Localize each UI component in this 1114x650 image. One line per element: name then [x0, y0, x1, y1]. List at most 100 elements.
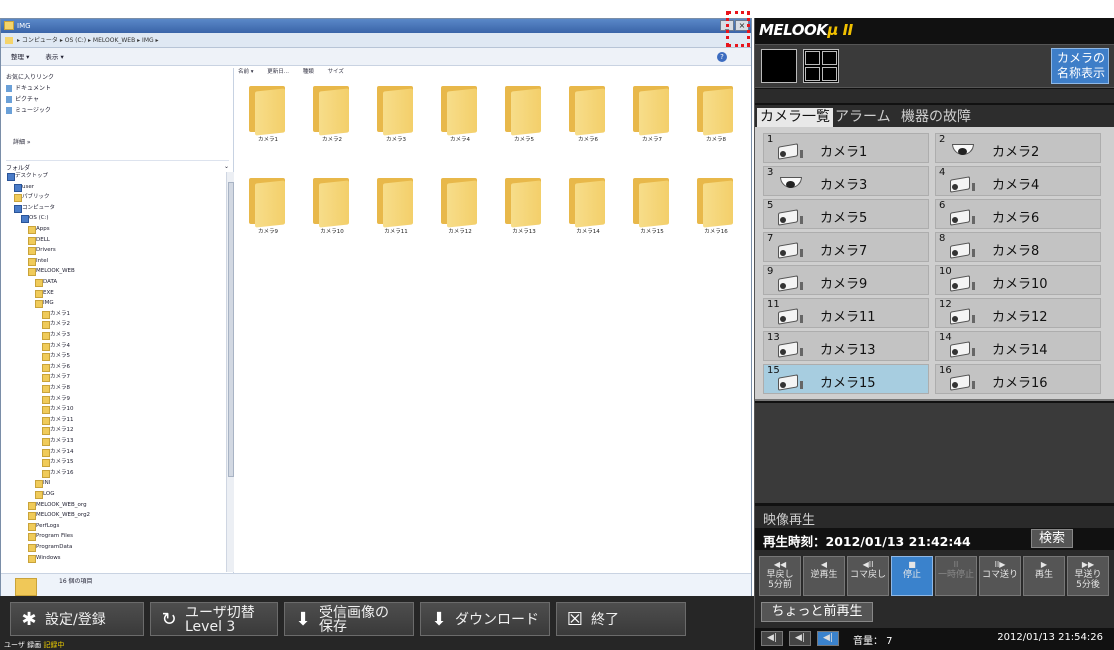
camera-item[interactable]: 2 カメラ2: [935, 133, 1101, 163]
folder-item[interactable]: カメラ11: [371, 174, 421, 236]
tree-item[interactable]: IMG: [35, 299, 54, 309]
tab-device-fault[interactable]: 機器の故障: [901, 108, 971, 127]
download-button[interactable]: ⬇ ダウンロード: [420, 602, 550, 636]
tree-item[interactable]: DELL: [28, 236, 50, 245]
folder-item[interactable]: カメラ6: [563, 82, 613, 144]
tree-item[interactable]: Drivers: [28, 246, 56, 256]
favorite-pictures[interactable]: ピクチャ: [6, 95, 39, 104]
favorite-documents[interactable]: ドキュメント: [6, 84, 51, 93]
folder-item[interactable]: カメラ8: [691, 82, 741, 144]
details-link[interactable]: 詳細 »: [13, 137, 31, 146]
tab-camera-list[interactable]: カメラ一覧: [757, 108, 833, 127]
short-replay-button[interactable]: ちょっと前再生: [761, 602, 873, 622]
camera-item[interactable]: 11 カメラ11: [763, 298, 929, 328]
playback-control-button[interactable]: ◀ 逆再生: [803, 556, 845, 596]
tree-item[interactable]: OS (C:): [21, 214, 49, 224]
layout-quad-button[interactable]: [803, 49, 839, 83]
folder-item[interactable]: カメラ13: [499, 174, 549, 236]
playback-control-button[interactable]: ▶▶ 早送り 5分後: [1067, 556, 1109, 596]
folder-item[interactable]: カメラ9: [243, 174, 293, 236]
tab-alarm[interactable]: アラーム: [835, 108, 891, 127]
tree-item[interactable]: カメラ6: [42, 363, 70, 372]
playback-control-button[interactable]: ◀◀ 早戻し 5分前: [759, 556, 801, 596]
tree-scrollbar[interactable]: [226, 172, 234, 572]
folders-heading[interactable]: フォルダ ⌄: [6, 160, 229, 172]
settings-button[interactable]: ✱ 設定/登録: [10, 602, 144, 636]
speaker-icon[interactable]: ◀|: [817, 631, 839, 646]
folder-item[interactable]: カメラ10: [307, 174, 357, 236]
column-modified[interactable]: 更新日...: [267, 68, 289, 77]
tree-item[interactable]: カメラ2: [42, 320, 70, 330]
tree-item[interactable]: カメラ7: [42, 373, 70, 383]
column-type[interactable]: 種類: [303, 68, 314, 77]
camera-item[interactable]: 12 カメラ12: [935, 298, 1101, 328]
camera-item[interactable]: 10 カメラ10: [935, 265, 1101, 295]
tree-item[interactable]: カメラ13: [42, 437, 74, 446]
search-button[interactable]: 検索: [1031, 529, 1073, 548]
tree-item[interactable]: MELOOK_WEB_org: [28, 501, 87, 510]
layout-single-button[interactable]: [761, 49, 797, 83]
folder-item[interactable]: カメラ14: [563, 174, 613, 236]
camera-item[interactable]: 7 カメラ7: [763, 232, 929, 262]
exit-button[interactable]: ☒ 終了: [556, 602, 686, 636]
tree-item[interactable]: Apps: [28, 225, 50, 234]
tree-item[interactable]: カメラ1: [42, 310, 70, 319]
tree-item[interactable]: カメラ3: [42, 331, 70, 340]
speaker-icon[interactable]: ◀|: [761, 631, 783, 646]
folder-item[interactable]: カメラ4: [435, 82, 485, 144]
folder-item[interactable]: カメラ1: [243, 82, 293, 144]
user-switch-button[interactable]: ↻ ユーザ切替 Level 3: [150, 602, 278, 636]
tree-item[interactable]: カメラ11: [42, 416, 74, 425]
camera-item[interactable]: 1 カメラ1: [763, 133, 929, 163]
tree-item[interactable]: INI: [35, 479, 50, 489]
tree-item[interactable]: カメラ10: [42, 405, 74, 415]
camera-item[interactable]: 3 カメラ3: [763, 166, 929, 196]
explorer-titlebar[interactable]: IMG _ ×: [1, 19, 751, 33]
tree-item[interactable]: カメラ15: [42, 458, 74, 468]
organize-button[interactable]: 整理 ▾: [11, 53, 29, 61]
camera-item[interactable]: 4 カメラ4: [935, 166, 1101, 196]
tree-item[interactable]: MELOOK_WEB: [28, 267, 75, 277]
tree-item[interactable]: Program Files: [28, 532, 73, 542]
tree-item[interactable]: カメラ14: [42, 448, 74, 457]
tree-item[interactable]: ProgramData: [28, 543, 72, 552]
favorite-music[interactable]: ミュージック: [6, 106, 51, 115]
camera-item[interactable]: 15 カメラ15: [763, 364, 929, 394]
camera-item[interactable]: 14 カメラ14: [935, 331, 1101, 361]
camera-item[interactable]: 9 カメラ9: [763, 265, 929, 295]
tree-item[interactable]: コンピュータ: [14, 204, 55, 213]
address-bar[interactable]: ▸ コンピュータ ▸ OS (C:) ▸ MELOOK_WEB ▸ IMG ▸: [1, 33, 751, 48]
camera-item[interactable]: 6 カメラ6: [935, 199, 1101, 229]
help-icon[interactable]: ?: [717, 52, 727, 62]
playback-control-button[interactable]: II▶ コマ送り: [979, 556, 1021, 596]
playback-control-button[interactable]: ▶ 再生: [1023, 556, 1065, 596]
playback-control-button[interactable]: ◀II コマ戻し: [847, 556, 889, 596]
view-button[interactable]: 表示 ▾: [45, 53, 63, 61]
tree-item[interactable]: カメラ9: [42, 395, 70, 404]
save-received-image-button[interactable]: ⬇ 受信画像の 保存: [284, 602, 414, 636]
folder-item[interactable]: カメラ15: [627, 174, 677, 236]
chevron-down-icon[interactable]: ⌄: [224, 163, 229, 170]
tree-item[interactable]: DATA: [35, 278, 57, 287]
camera-item[interactable]: 16 カメラ16: [935, 364, 1101, 394]
tree-item[interactable]: PerfLogs: [28, 522, 59, 531]
tree-item[interactable]: カメラ12: [42, 426, 74, 436]
volume-level[interactable]: 音量： 7: [853, 632, 893, 647]
tree-item[interactable]: Windows: [28, 554, 61, 563]
scrollbar-thumb[interactable]: [228, 182, 234, 477]
tree-item[interactable]: カメラ4: [42, 342, 70, 351]
folder-item[interactable]: カメラ7: [627, 82, 677, 144]
speaker-icon[interactable]: ◀|: [789, 631, 811, 646]
camera-item[interactable]: 5 カメラ5: [763, 199, 929, 229]
tree-item[interactable]: カメラ5: [42, 352, 70, 362]
tree-item[interactable]: LOG: [35, 490, 54, 499]
tree-item[interactable]: Intel: [28, 257, 48, 266]
camera-name-display-button[interactable]: カメラの 名称表示: [1051, 48, 1109, 84]
playback-control-button[interactable]: ■ 停止: [891, 556, 933, 596]
column-size[interactable]: サイズ: [328, 68, 344, 77]
camera-item[interactable]: 8 カメラ8: [935, 232, 1101, 262]
column-name[interactable]: 名前 ▾: [238, 68, 254, 77]
folder-item[interactable]: カメラ5: [499, 82, 549, 144]
tree-item[interactable]: デスクトップ: [7, 172, 48, 181]
folder-item[interactable]: カメラ3: [371, 82, 421, 144]
